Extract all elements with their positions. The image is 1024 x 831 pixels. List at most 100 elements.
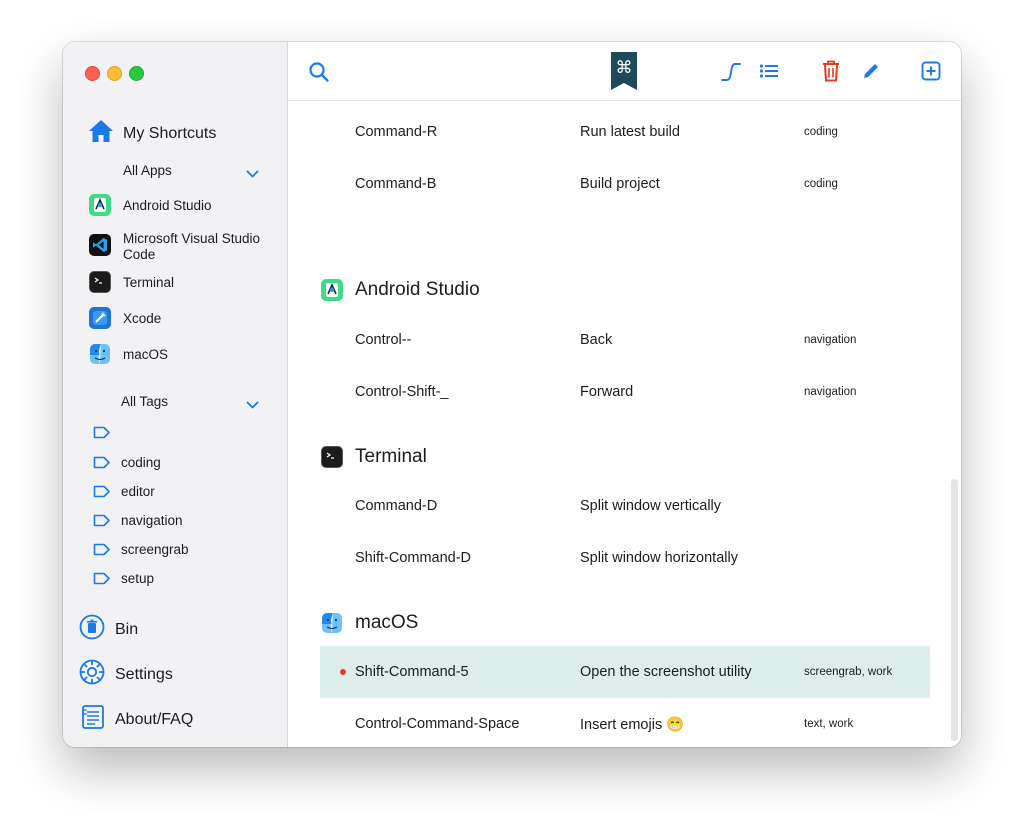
sidebar-app-android-studio[interactable]: Android Studio bbox=[89, 194, 212, 216]
shortcut-description: Back bbox=[580, 332, 613, 348]
sidebar-tag-label: screengrab bbox=[121, 542, 189, 557]
shortcut-keys: Shift-Command-5 bbox=[355, 664, 469, 680]
nav-about[interactable]: About/FAQ bbox=[81, 704, 193, 735]
tag-icon bbox=[93, 426, 111, 439]
trash-icon[interactable] bbox=[821, 59, 841, 83]
nav-bin[interactable]: Bin bbox=[79, 614, 138, 645]
sidebar-app-label: macOS bbox=[123, 346, 169, 362]
sidebar-app-xcode[interactable]: Xcode bbox=[89, 307, 161, 329]
tag-icon bbox=[93, 543, 111, 556]
search-icon[interactable] bbox=[308, 61, 330, 83]
nav-settings-label: Settings bbox=[115, 665, 173, 683]
finder-icon bbox=[321, 612, 343, 634]
table-row[interactable]: Control-Shift-_ Forward navigation bbox=[320, 366, 930, 418]
shortcut-keys: Control-Command-Space bbox=[355, 716, 520, 732]
shortcut-keys: Command-D bbox=[355, 498, 438, 514]
gear-icon bbox=[79, 659, 105, 690]
sidebar-tag-label: coding bbox=[121, 455, 161, 470]
sidebar-tag-label: navigation bbox=[121, 513, 183, 528]
app-logo: ⌘ bbox=[611, 52, 637, 92]
finder-icon bbox=[89, 343, 111, 365]
sidebar: My Shortcuts All Apps Android Studio Mic… bbox=[63, 42, 288, 747]
table-row[interactable]: Control-- Back navigation bbox=[320, 314, 930, 366]
vscode-icon bbox=[89, 234, 111, 256]
sidebar-tag-screengrab[interactable]: screengrab bbox=[93, 542, 189, 557]
table-row[interactable]: Control-Command-Space Insert emojis 😁 te… bbox=[320, 698, 930, 747]
scrollbar[interactable] bbox=[951, 479, 958, 741]
sidebar-app-label: Terminal bbox=[123, 274, 175, 290]
sidebar-tag-item[interactable] bbox=[93, 426, 121, 439]
section-title: macOS bbox=[355, 612, 419, 633]
close-window-button[interactable] bbox=[85, 66, 100, 81]
shortcut-list: Command-R Run latest build coding Comman… bbox=[288, 101, 961, 747]
home-icon bbox=[87, 118, 115, 149]
shortcut-tags: navigation bbox=[804, 334, 857, 346]
shortcut-keys: Command-R bbox=[355, 124, 438, 140]
all-tags-header[interactable]: All Tags bbox=[121, 394, 261, 409]
section-title: Terminal bbox=[355, 446, 427, 467]
pencil-icon[interactable] bbox=[861, 61, 881, 81]
table-row-selected[interactable]: Shift-Command-5 Open the screenshot util… bbox=[320, 646, 930, 698]
table-row[interactable]: Command-D Split window vertically bbox=[320, 480, 930, 532]
android-studio-icon bbox=[321, 279, 343, 301]
sidebar-app-vscode[interactable]: Microsoft Visual Studio Code bbox=[89, 231, 279, 263]
nav-bin-label: Bin bbox=[115, 620, 139, 638]
unsaved-dot bbox=[340, 669, 346, 675]
document-icon bbox=[81, 704, 105, 735]
shortcut-tags: coding bbox=[804, 178, 838, 190]
section-header-macos: macOS bbox=[321, 612, 418, 634]
shortcut-tags: navigation bbox=[804, 386, 857, 398]
sidebar-tag-coding[interactable]: coding bbox=[93, 455, 161, 470]
shortcut-description: Forward bbox=[580, 384, 634, 400]
nav-settings[interactable]: Settings bbox=[79, 659, 173, 690]
bin-icon bbox=[79, 614, 105, 645]
xcode-icon bbox=[89, 307, 111, 329]
section-title: Android Studio bbox=[355, 279, 480, 300]
tag-icon bbox=[93, 572, 111, 585]
table-row[interactable]: Command-B Build project coding bbox=[320, 158, 930, 210]
all-tags-label: All Tags bbox=[121, 394, 169, 409]
zoom-window-button[interactable] bbox=[129, 66, 144, 81]
nav-my-shortcuts[interactable]: My Shortcuts bbox=[87, 118, 216, 149]
shortcut-description: Build project bbox=[580, 176, 660, 192]
shortcut-description: Open the screenshot utility bbox=[580, 664, 752, 680]
android-studio-icon bbox=[89, 194, 111, 216]
add-icon[interactable] bbox=[921, 61, 941, 81]
sidebar-app-label: Microsoft Visual Studio Code bbox=[123, 231, 261, 262]
all-apps-label: All Apps bbox=[123, 163, 172, 178]
shortcut-keys: Control-Shift-_ bbox=[355, 384, 449, 400]
section-header-android-studio: Android Studio bbox=[321, 279, 480, 301]
tag-icon bbox=[93, 485, 111, 498]
chevron-down-icon[interactable] bbox=[246, 166, 259, 184]
curve-icon[interactable] bbox=[720, 61, 742, 83]
section-header-terminal: Terminal bbox=[321, 446, 427, 468]
tag-icon bbox=[93, 456, 111, 469]
minimize-window-button[interactable] bbox=[107, 66, 122, 81]
table-row[interactable]: Shift-Command-D Split window horizontall… bbox=[320, 532, 930, 584]
shortcut-keys: Command-B bbox=[355, 176, 437, 192]
sidebar-app-macos[interactable]: macOS bbox=[89, 343, 168, 365]
sidebar-app-label: Xcode bbox=[123, 310, 162, 326]
shortcut-tags: text, work bbox=[804, 718, 854, 730]
table-row[interactable]: Command-R Run latest build coding bbox=[320, 106, 930, 158]
sidebar-app-terminal[interactable]: Terminal bbox=[89, 271, 174, 293]
shortcut-description: Split window vertically bbox=[580, 498, 722, 514]
sidebar-tag-editor[interactable]: editor bbox=[93, 484, 155, 499]
sidebar-app-label: Android Studio bbox=[123, 197, 212, 213]
terminal-icon bbox=[89, 271, 111, 293]
shortcut-description: Insert emojis 😁 bbox=[580, 716, 685, 733]
nav-about-label: About/FAQ bbox=[115, 710, 194, 728]
shortcut-description: Run latest build bbox=[580, 124, 680, 140]
sidebar-tag-label: setup bbox=[121, 571, 155, 586]
sidebar-tag-setup[interactable]: setup bbox=[93, 571, 154, 586]
chevron-down-icon[interactable] bbox=[246, 397, 259, 415]
toolbar: ⌘ bbox=[288, 42, 961, 101]
sidebar-tag-navigation[interactable]: navigation bbox=[93, 513, 183, 528]
nav-my-shortcuts-label: My Shortcuts bbox=[123, 124, 217, 142]
shortcut-description: Split window horizontally bbox=[580, 550, 738, 566]
shortcut-keys: Shift-Command-D bbox=[355, 550, 472, 566]
list-icon[interactable] bbox=[759, 63, 779, 79]
all-apps-header[interactable]: All Apps bbox=[123, 163, 263, 178]
sidebar-tag-label: editor bbox=[121, 484, 155, 499]
shortcut-keys: Control-- bbox=[355, 332, 412, 348]
